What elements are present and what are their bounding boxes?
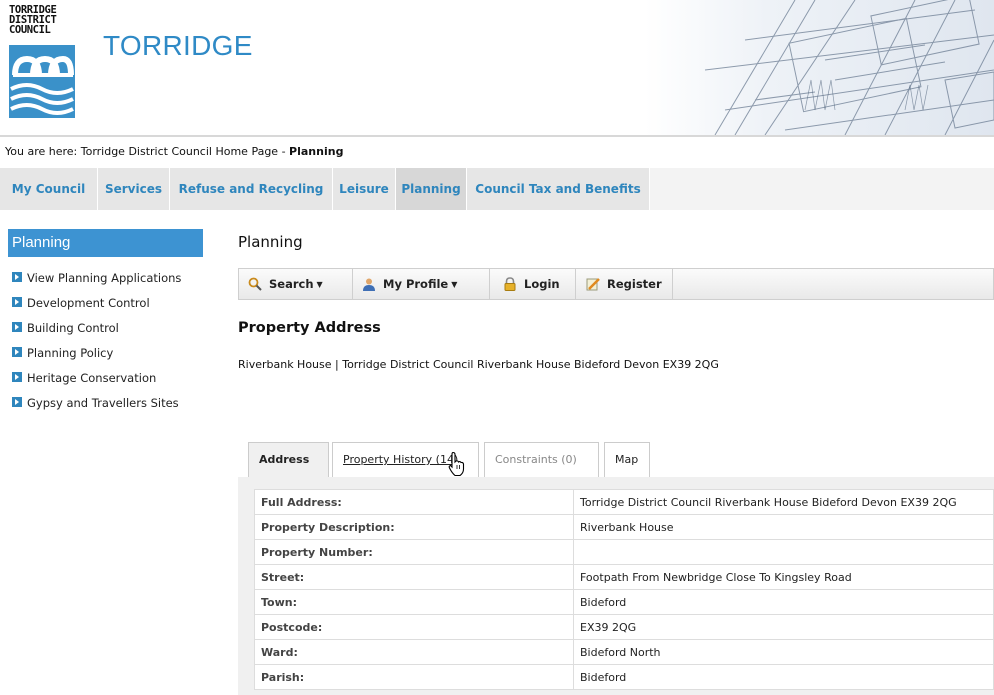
detail-value — [573, 539, 994, 565]
register-button[interactable]: Register — [576, 269, 673, 299]
arrow-bullet-icon — [12, 296, 22, 307]
detail-label: Ward: — [254, 639, 574, 665]
table-row: Ward: Bideford North — [254, 639, 994, 665]
page-title: Planning — [238, 233, 303, 251]
sidebar-item-label: Heritage Conservation — [27, 370, 157, 385]
detail-value: EX39 2QG — [573, 614, 994, 640]
breadcrumb: You are here: Torridge District Council … — [5, 145, 343, 158]
table-row: Parish: Bideford — [254, 664, 994, 690]
arrow-bullet-icon — [12, 346, 22, 357]
detail-label: Full Address: — [254, 489, 574, 515]
detail-value: Riverbank House — [573, 514, 994, 540]
detail-label: Property Number: — [254, 539, 574, 565]
search-icon — [248, 277, 262, 291]
site-header: TORRIDGE DISTRICT COUNCIL TORRIDGE — [0, 0, 994, 137]
main-navigation: My Council Services Refuse and Recycling… — [0, 168, 994, 210]
register-button-label: Register — [607, 277, 662, 291]
sidebar-item-heritage-conservation[interactable]: Heritage Conservation — [12, 365, 181, 390]
breadcrumb-home-link[interactable]: You are here: Torridge District Council … — [5, 145, 289, 158]
site-title[interactable]: TORRIDGE — [103, 30, 253, 62]
sidebar-item-label: Planning Policy — [27, 345, 114, 360]
login-button[interactable]: Login — [490, 269, 576, 299]
tab-map[interactable]: Map — [604, 442, 650, 478]
my-profile-button-label: My Profile — [383, 277, 449, 291]
chevron-down-icon: ▼ — [451, 279, 458, 289]
detail-value: Bideford — [573, 589, 994, 615]
arrow-bullet-icon — [12, 321, 22, 332]
table-row: Town: Bideford — [254, 589, 994, 615]
chevron-down-icon: ▼ — [316, 279, 323, 289]
sidebar-item-view-planning-applications[interactable]: View Planning Applications — [12, 265, 181, 290]
detail-label: Street: — [254, 564, 574, 590]
sidebar-item-development-control[interactable]: Development Control — [12, 290, 181, 315]
sidebar-item-label: Building Control — [27, 320, 119, 335]
property-address-heading: Property Address — [238, 320, 381, 336]
planning-toolbar: Search ▼ My Profile ▼ Login Register — [238, 268, 994, 300]
detail-label: Parish: — [254, 664, 574, 690]
detail-value: Bideford North — [573, 639, 994, 665]
arrow-bullet-icon — [12, 271, 22, 282]
detail-label: Town: — [254, 589, 574, 615]
tab-address[interactable]: Address — [248, 442, 329, 478]
nav-services[interactable]: Services — [98, 168, 170, 210]
table-row: Property Number: — [254, 539, 994, 565]
table-row: Postcode: EX39 2QG — [254, 614, 994, 640]
nav-planning[interactable]: Planning — [396, 168, 467, 210]
hand-pointer-cursor-icon — [447, 451, 467, 477]
search-menu-button[interactable]: Search ▼ — [239, 269, 353, 299]
table-row: Full Address: Torridge District Council R… — [254, 489, 994, 515]
table-row: Street: Footpath From Newbridge Close To … — [254, 564, 994, 590]
property-details-table: Full Address: Torridge District Council R… — [254, 489, 994, 690]
nav-my-council[interactable]: My Council — [0, 168, 98, 210]
property-address-line: Riverbank House | Torridge District Coun… — [238, 358, 719, 371]
register-pencil-icon — [586, 277, 600, 291]
crest-text-line-3: COUNCIL — [9, 24, 51, 36]
table-row: Property Description: Riverbank House — [254, 514, 994, 540]
my-profile-menu-button[interactable]: My Profile ▼ — [353, 269, 490, 299]
arrow-bullet-icon — [12, 371, 22, 382]
arrow-bullet-icon — [12, 396, 22, 407]
address-tab-panel: Full Address: Torridge District Council R… — [238, 477, 994, 695]
breadcrumb-current: Planning — [289, 145, 344, 158]
sidebar-item-label: Development Control — [27, 295, 150, 310]
login-button-label: Login — [524, 277, 560, 291]
detail-label: Postcode: — [254, 614, 574, 640]
nav-refuse-and-recycling[interactable]: Refuse and Recycling — [170, 168, 333, 210]
detail-value: Torridge District Council Riverbank Hous… — [573, 489, 994, 515]
detail-label: Property Description: — [254, 514, 574, 540]
council-crest-logo[interactable]: TORRIDGE DISTRICT COUNCIL — [9, 5, 76, 118]
sidebar-heading: Planning — [8, 229, 203, 257]
search-button-label: Search — [269, 277, 314, 291]
crest-emblem-icon — [9, 45, 75, 118]
blueprint-banner-image — [645, 0, 994, 135]
detail-value: Footpath From Newbridge Close To Kingsle… — [573, 564, 994, 590]
tab-constraints[interactable]: Constraints (0) — [484, 442, 599, 478]
nav-leisure[interactable]: Leisure — [333, 168, 396, 210]
sidebar-item-planning-policy[interactable]: Planning Policy — [12, 340, 181, 365]
nav-council-tax-and-benefits[interactable]: Council Tax and Benefits — [467, 168, 650, 210]
property-tabs: Address Property History (14) Constraint… — [238, 436, 994, 478]
user-icon — [362, 277, 376, 291]
sidebar-item-label: View Planning Applications — [27, 270, 182, 285]
detail-value: Bideford — [573, 664, 994, 690]
lock-icon — [503, 277, 517, 291]
sidebar-item-gypsy-and-travellers-sites[interactable]: Gypsy and Travellers Sites — [12, 390, 181, 415]
sidebar-menu: View Planning Applications Development C… — [12, 265, 181, 415]
sidebar-item-label: Gypsy and Travellers Sites — [27, 395, 179, 410]
sidebar-item-building-control[interactable]: Building Control — [12, 315, 181, 340]
